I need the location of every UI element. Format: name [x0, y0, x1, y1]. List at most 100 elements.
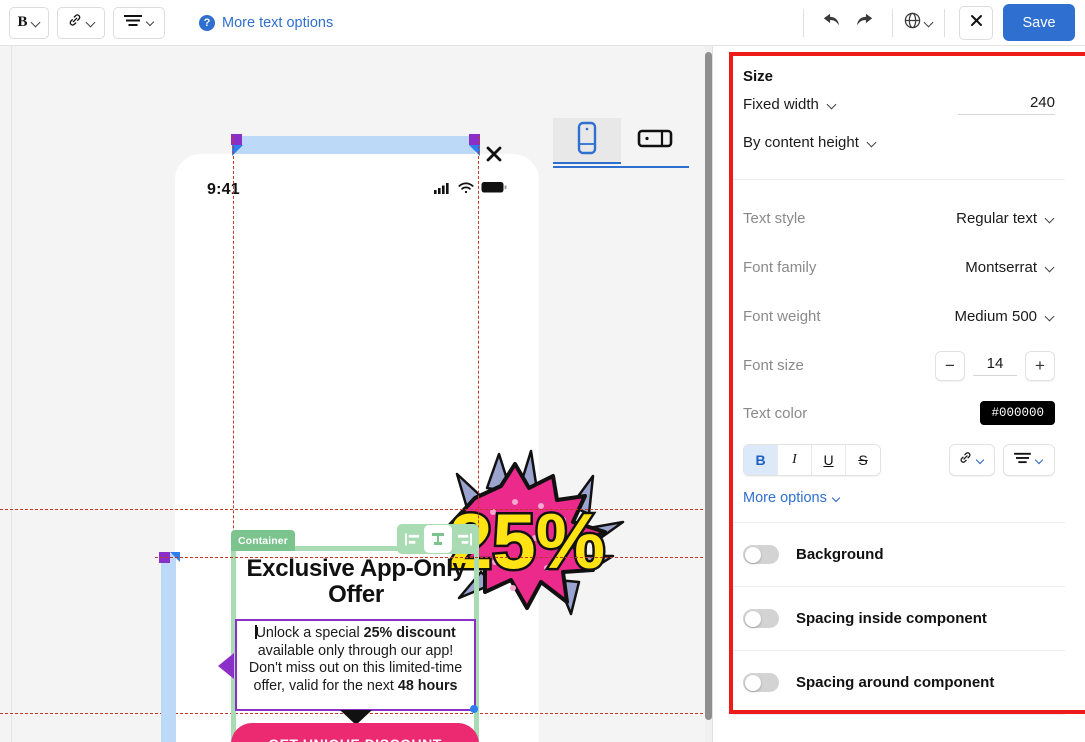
chevron-down-icon: [147, 18, 156, 27]
body-text-edit-box[interactable]: Unlock a special 25% discount available …: [218, 619, 478, 713]
background-toggle[interactable]: [743, 545, 779, 564]
chevron-down-icon: [32, 18, 41, 27]
cta-button[interactable]: GET UNIQUE DISCOUNT: [231, 723, 479, 742]
font-family-dropdown[interactable]: Montserrat: [965, 259, 1055, 276]
align-center-button[interactable]: [424, 525, 452, 553]
editor-canvas: 9:41 25% Exclusive App-Only Offer Contai…: [0, 46, 713, 742]
close-x-icon: [969, 13, 984, 33]
redo-button[interactable]: [848, 7, 882, 39]
alignment-dropdown-button[interactable]: [1003, 444, 1055, 476]
align-right-button[interactable]: [452, 527, 476, 551]
text-section: Text style Regular text Font family Mont…: [713, 180, 1085, 522]
align-icon: [123, 13, 143, 32]
device-tab-underline: [553, 166, 689, 168]
text-color-label: Text color: [743, 404, 808, 422]
background-toggle-label: Background: [796, 546, 884, 563]
font-size-decrease-button[interactable]: −: [935, 350, 965, 381]
body-text-part-4: 48 hours: [397, 677, 458, 694]
font-size-increase-button[interactable]: +: [1025, 350, 1055, 381]
font-size-stepper: − 14 +: [935, 350, 1055, 381]
text-box-left-arrow-handle[interactable]: [218, 653, 234, 679]
strikethrough-button[interactable]: S: [846, 445, 880, 475]
align-icon: [1013, 451, 1032, 469]
phone-status-bar: 9:41: [175, 176, 539, 204]
spacing-around-toggle-label: Spacing around component: [796, 674, 995, 691]
width-value-input[interactable]: 240: [958, 94, 1055, 115]
more-options-link[interactable]: More options: [743, 476, 1055, 522]
content-height-row: By content height: [743, 123, 1055, 161]
text-format-dropdowns: [949, 444, 1055, 476]
font-weight-dropdown[interactable]: Medium 500: [954, 308, 1055, 325]
battery-icon: [481, 181, 507, 199]
more-options-label: More options: [743, 490, 827, 506]
text-align-dropdown-button[interactable]: [113, 6, 165, 39]
guide-horizontal-selection-top: [155, 557, 712, 558]
status-time: 9:41: [207, 181, 240, 198]
underline-button[interactable]: U: [812, 445, 846, 475]
body-text-part-1: Unlock a special: [255, 625, 364, 641]
width-mode-label: Fixed width: [743, 95, 819, 113]
text-style-label: Text style: [743, 210, 806, 227]
language-dropdown-button[interactable]: [903, 11, 934, 35]
font-size-row: Font size − 14 +: [743, 341, 1055, 390]
bold-dropdown-button[interactable]: B: [9, 6, 49, 39]
spacing-around-toggle-row[interactable]: Spacing around component: [713, 651, 1085, 714]
close-button[interactable]: [959, 5, 993, 40]
toolbar-right-group: Save: [793, 4, 1085, 41]
undo-arrow-icon: [821, 11, 841, 34]
undo-button[interactable]: [814, 7, 848, 39]
align-left-button[interactable]: [400, 527, 424, 551]
text-color-swatch[interactable]: #000000: [980, 401, 1055, 425]
chevron-down-icon: [828, 100, 837, 109]
globe-icon: [903, 11, 922, 35]
top-selection-band[interactable]: [233, 136, 475, 154]
device-tab-mobile[interactable]: [553, 118, 621, 164]
spacing-around-toggle[interactable]: [743, 673, 779, 692]
link-dropdown-button[interactable]: [57, 6, 105, 39]
height-mode-dropdown[interactable]: By content height: [743, 134, 877, 151]
text-format-row: B I U S: [743, 436, 1055, 476]
width-mode-dropdown[interactable]: Fixed width: [743, 96, 837, 113]
help-icon: ?: [199, 14, 215, 31]
spacing-inside-toggle-row[interactable]: Spacing inside component: [713, 587, 1085, 650]
email-builder-app: B ? More text options Save 9:41 25% Excl…: [0, 0, 1085, 742]
chevron-down-icon: [925, 18, 934, 27]
desktop-device-icon: [637, 126, 673, 155]
italic-button[interactable]: I: [778, 445, 812, 475]
mobile-device-icon: [574, 121, 600, 160]
chevron-down-icon: [87, 18, 96, 27]
left-selection-rail[interactable]: [161, 554, 176, 742]
chevron-down-icon: [1036, 456, 1045, 465]
body-text-part-2: 25% discount: [363, 625, 456, 641]
more-text-options-link[interactable]: ? More text options: [199, 14, 333, 31]
chevron-down-icon: [1046, 312, 1055, 321]
top-toolbar: B ? More text options Save: [0, 0, 1085, 46]
chevron-down-icon: [1046, 263, 1055, 272]
font-family-value: Montserrat: [965, 259, 1037, 276]
font-size-input[interactable]: 14: [973, 355, 1017, 376]
spacing-inside-toggle-label: Spacing inside component: [796, 610, 987, 627]
background-toggle-row[interactable]: Background: [713, 523, 1085, 586]
canvas-scrollbar-thumb[interactable]: [705, 52, 712, 720]
toolbar-left-group: B ? More text options: [0, 6, 333, 39]
text-style-dropdown[interactable]: Regular text: [956, 210, 1055, 227]
save-button[interactable]: Save: [1003, 4, 1075, 41]
bold-button[interactable]: B: [744, 445, 778, 475]
size-section-title: Size: [743, 68, 774, 85]
cellular-signal-icon: [434, 181, 451, 199]
section-divider: [733, 714, 1065, 715]
font-weight-label: Font weight: [743, 308, 821, 325]
text-color-row: Text color #000000: [743, 390, 1055, 436]
text-style-row: Text style Regular text: [743, 194, 1055, 243]
device-preview-toggle: [553, 118, 689, 168]
text-box-resize-dot[interactable]: [470, 705, 478, 713]
link-dropdown-button[interactable]: [949, 444, 995, 476]
toolbar-divider: [892, 8, 893, 37]
remove-element-icon[interactable]: [484, 144, 504, 169]
chevron-down-icon: [868, 138, 877, 147]
spacing-inside-toggle[interactable]: [743, 609, 779, 628]
font-family-row: Font family Montserrat: [743, 243, 1055, 292]
device-tab-desktop[interactable]: [621, 118, 689, 164]
fixed-width-row: Fixed width 240: [743, 85, 1055, 123]
font-family-label: Font family: [743, 259, 817, 276]
